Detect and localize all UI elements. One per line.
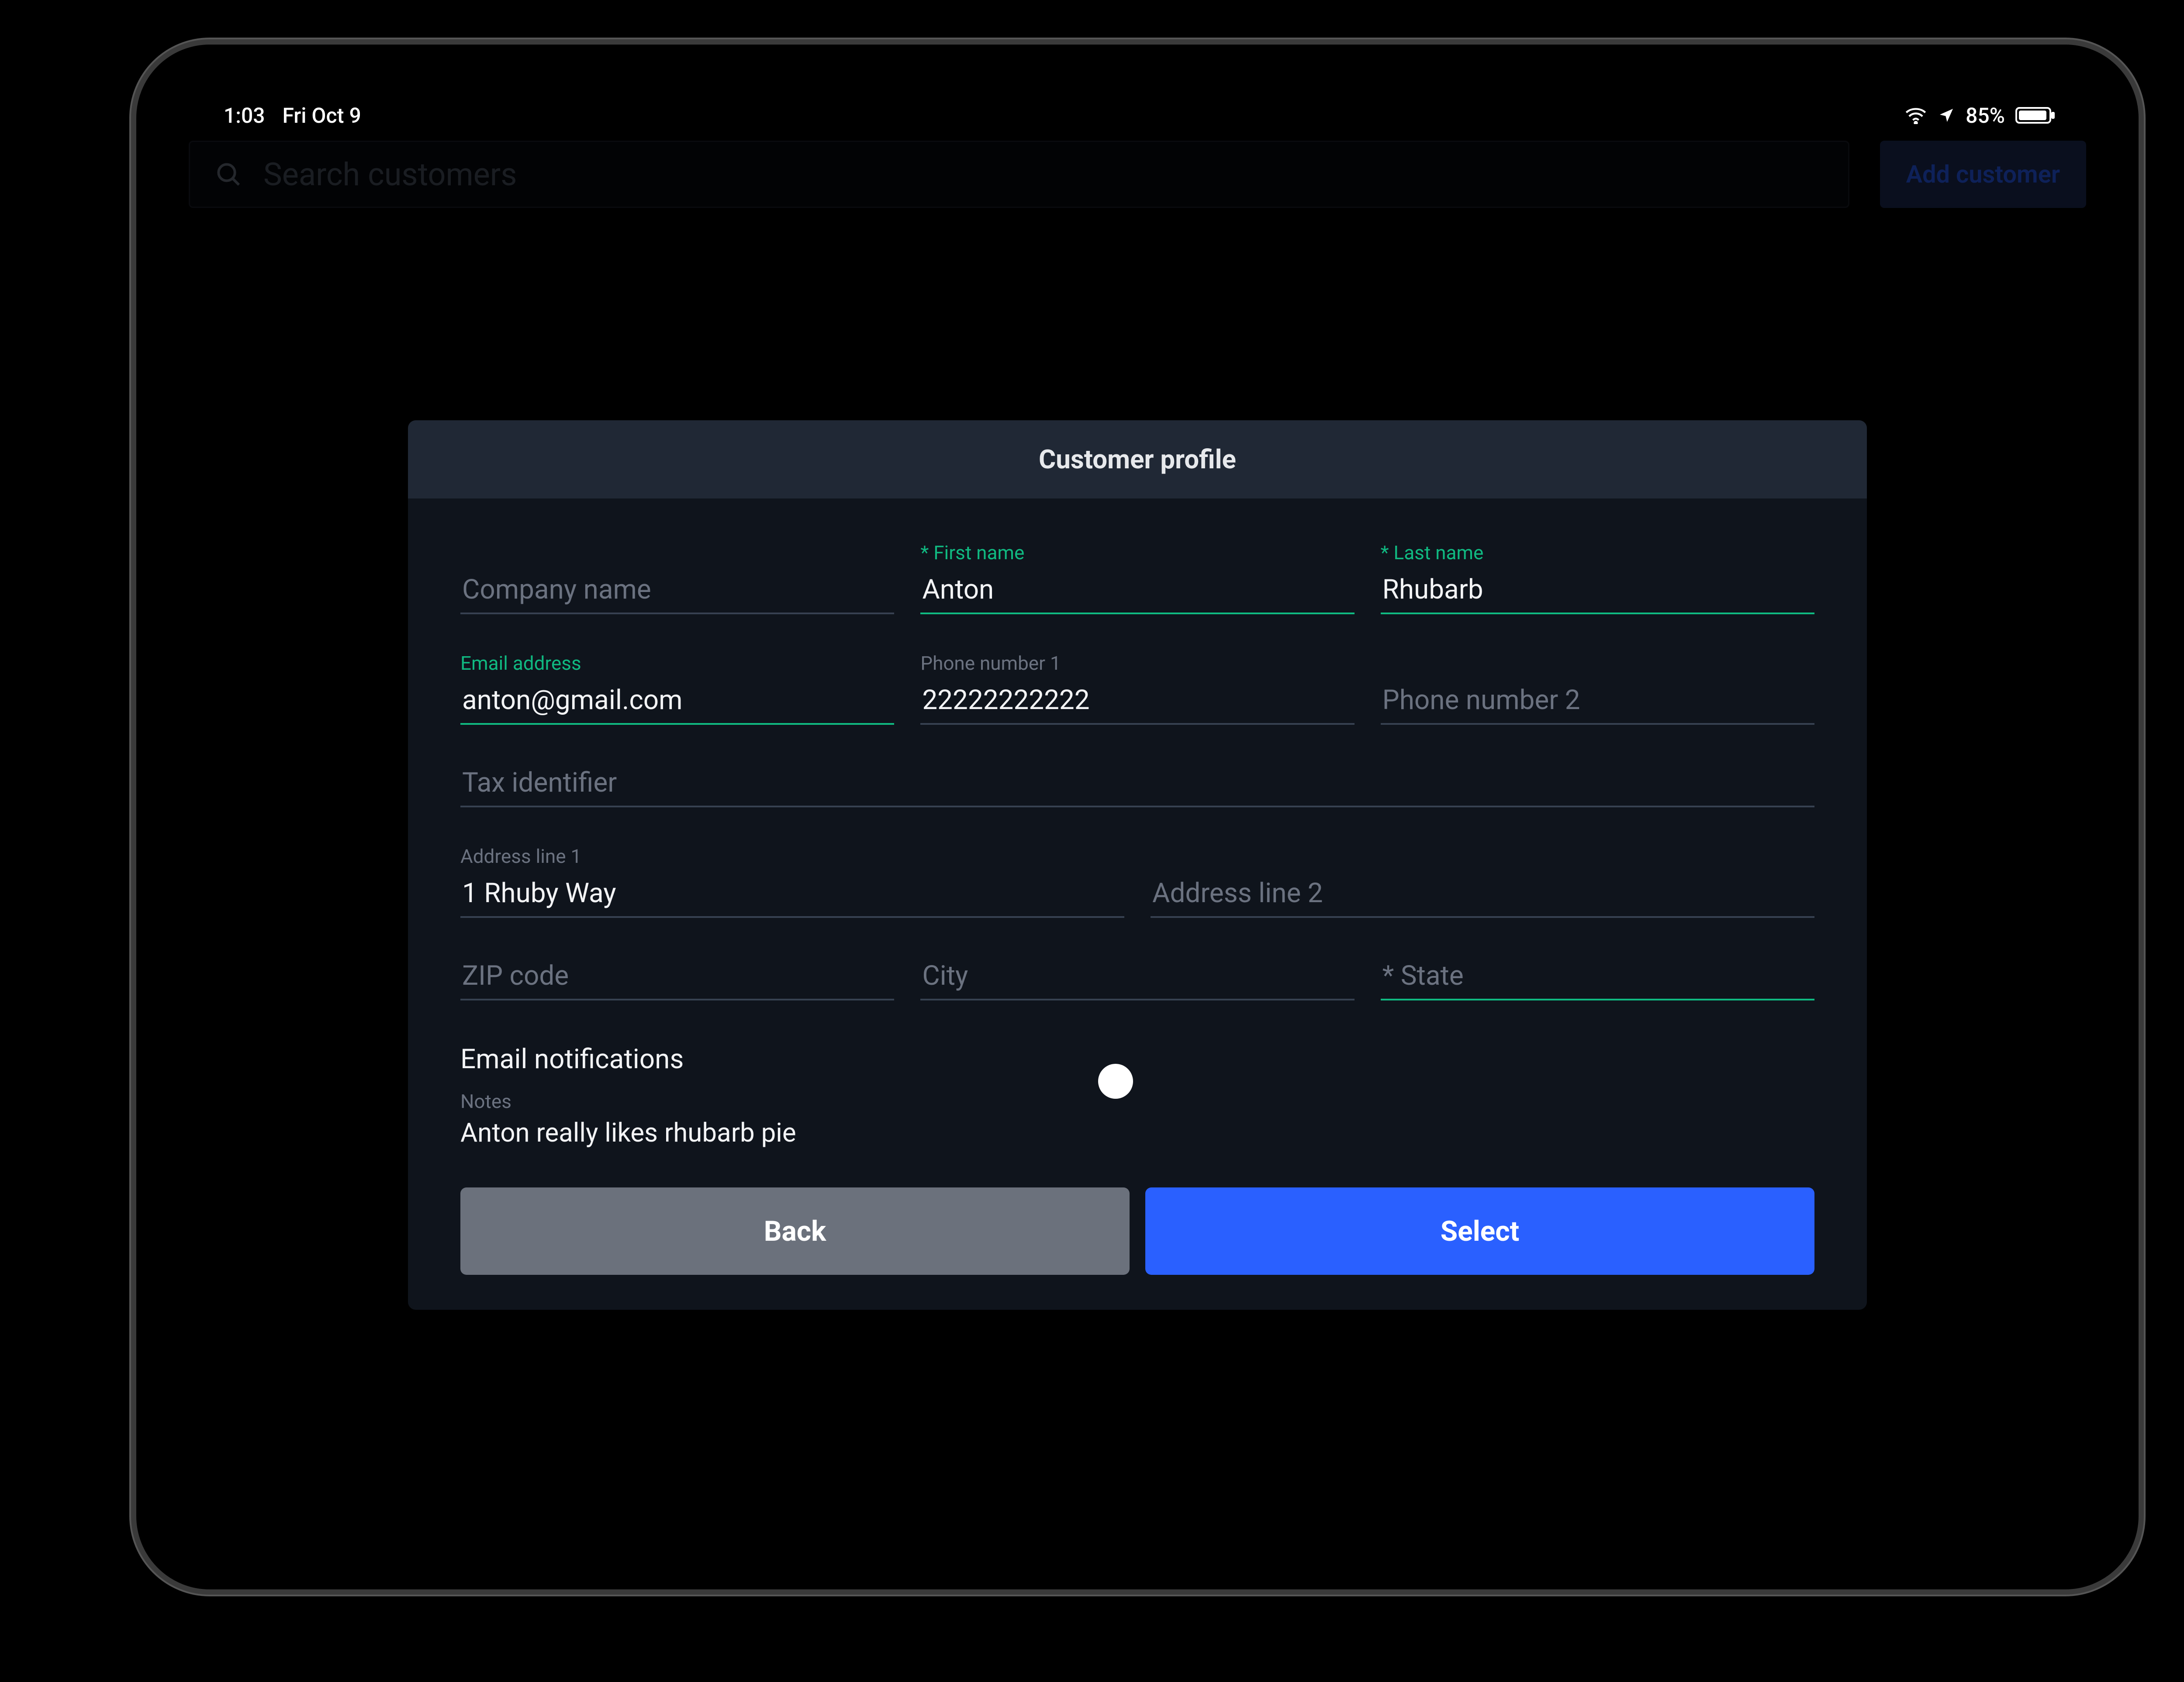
status-date: Fri Oct 9 [282,103,361,128]
last-name-label: * Last name [1381,541,1814,564]
phone1-label: Phone number 1 [920,652,1354,675]
location-icon [1938,107,1955,124]
modal-title: Customer profile [408,420,1867,498]
phone2-field[interactable]: . Phone number 2 [1381,644,1814,725]
address1-label: Address line 1 [460,845,1124,868]
first-name-label: * First name [920,541,1354,564]
zip-field[interactable]: ZIP code [460,948,894,1000]
address1-input[interactable]: 1 Rhuby Way [460,873,1124,918]
select-button[interactable]: Select [1145,1187,1814,1275]
email-notifications-label: Email notifications [460,1043,684,1075]
ipad-frame: 1:03 Fri Oct 9 85% [131,39,2144,1595]
customer-profile-modal: Customer profile . Company name * First … [408,420,1867,1310]
search-icon [214,160,242,188]
company-name-field[interactable]: . Company name [460,533,894,614]
search-placeholder: Search customers [263,156,1824,193]
add-customer-button[interactable]: Add customer [1880,141,2086,208]
address2-field[interactable]: . Address line 2 [1151,837,1814,918]
battery-pct: 85% [1966,103,2005,128]
email-field[interactable]: Email address anton@gmail.com [460,644,894,725]
state-field[interactable]: * State [1381,948,1814,1000]
status-time: 1:03 [224,103,265,128]
battery-icon [2015,107,2051,124]
notes-input[interactable]: Anton really likes rhubarb pie [460,1117,1814,1148]
state-input[interactable]: * State [1381,955,1814,1000]
email-input[interactable]: anton@gmail.com [460,680,894,725]
last-name-input[interactable]: Rhubarb [1381,569,1814,614]
last-name-field[interactable]: * Last name Rhubarb [1381,533,1814,614]
back-button[interactable]: Back [460,1187,1130,1275]
search-bar[interactable]: Search customers [189,141,1849,208]
notes-field[interactable]: Notes Anton really likes rhubarb pie [460,1090,1814,1148]
address1-field[interactable]: Address line 1 1 Rhuby Way [460,837,1124,918]
first-name-field[interactable]: * First name Anton [920,533,1354,614]
phone2-input[interactable]: Phone number 2 [1381,680,1814,725]
status-bar: 1:03 Fri Oct 9 85% [193,98,2082,133]
address2-input[interactable]: Address line 2 [1151,873,1814,918]
city-input[interactable]: City [920,955,1354,1000]
ipad-screen: 1:03 Fri Oct 9 85% [176,84,2099,1550]
city-field[interactable]: City [920,948,1354,1000]
email-label: Email address [460,652,894,675]
wifi-icon [1904,107,1927,124]
first-name-input[interactable]: Anton [920,569,1354,614]
phone1-input[interactable]: 22222222222 [920,680,1354,725]
tax-identifier-input[interactable]: Tax identifier [460,762,1814,807]
company-name-input[interactable]: Company name [460,569,894,614]
tax-identifier-field[interactable]: Tax identifier [460,754,1814,807]
notes-label: Notes [460,1090,1814,1113]
zip-input[interactable]: ZIP code [460,955,894,1000]
phone1-field[interactable]: Phone number 1 22222222222 [920,644,1354,725]
